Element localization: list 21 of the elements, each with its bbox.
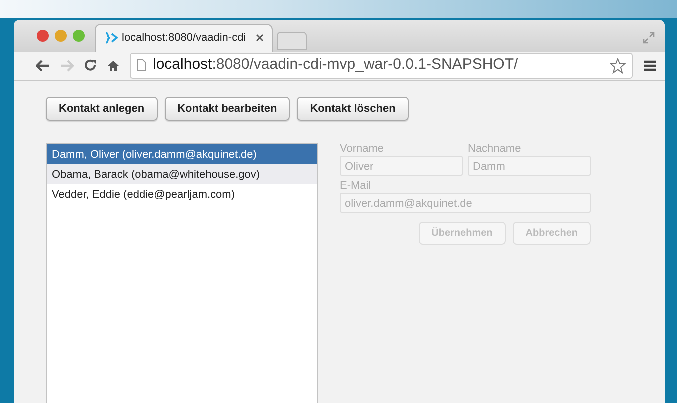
close-icon[interactable] bbox=[256, 34, 264, 42]
close-window-icon[interactable] bbox=[37, 30, 49, 42]
reload-icon[interactable] bbox=[84, 59, 97, 72]
contact-row[interactable]: Obama, Barack (obama@whitehouse.gov) bbox=[47, 164, 317, 184]
back-icon[interactable] bbox=[36, 60, 50, 72]
address-bar[interactable]: localhost:8080/vaadin-cdi-mvp_war-0.0.1-SNAPSHOT/ bbox=[130, 52, 633, 79]
page-icon bbox=[137, 59, 147, 72]
field-label: E-Mail bbox=[340, 180, 372, 193]
action-button[interactable]: Kontakt bearbeiten bbox=[164, 96, 290, 121]
contact-row[interactable]: Vedder, Eddie (eddie@pearljam.com) bbox=[47, 184, 317, 204]
action-button[interactable]: Kontakt anlegen bbox=[46, 96, 158, 121]
action-button[interactable]: Kontakt löschen bbox=[297, 96, 409, 121]
browser-tab[interactable]: localhost:8080/vaadin-cdi bbox=[95, 24, 273, 52]
menu-icon[interactable] bbox=[643, 60, 657, 72]
field-label: Vorname bbox=[340, 143, 386, 156]
chevron-logo-icon bbox=[104, 32, 118, 44]
contact-row[interactable]: Damm, Oliver (oliver.damm@akquinet.de) bbox=[47, 144, 317, 164]
star-icon[interactable] bbox=[610, 58, 626, 74]
home-icon[interactable] bbox=[107, 60, 120, 72]
tab-title: localhost:8080/vaadin-cdi bbox=[122, 31, 248, 46]
field-label: Nachname bbox=[468, 143, 522, 156]
